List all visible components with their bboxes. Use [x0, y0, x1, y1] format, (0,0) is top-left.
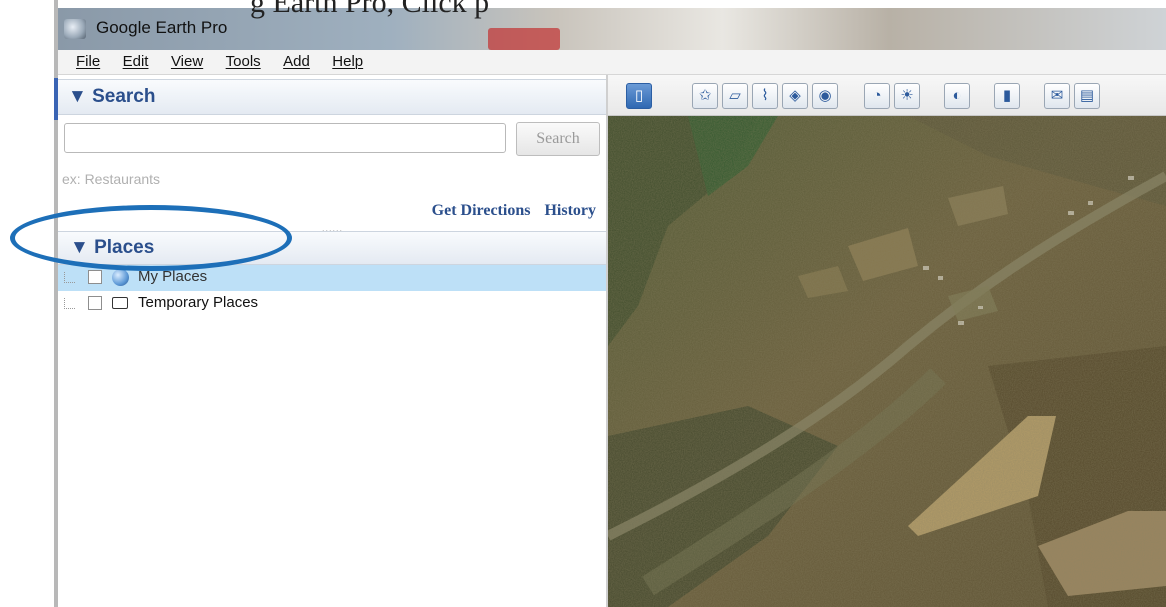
map-toolbar: ▯ ✩ ▱ ⌇ ◈ ◉ ◔ ☀ ◐ ▮ ✉ ▤ — [608, 75, 1166, 116]
search-links: Get Directions History — [422, 202, 596, 220]
folder-icon — [112, 297, 128, 309]
satellite-imagery — [608, 116, 1166, 607]
sidebar-panel: ▼ Search Search ex: Restaurants Get Dire… — [58, 75, 608, 607]
menu-bar: File Edit View Tools Add Help — [58, 50, 1166, 75]
tree-expander-icon[interactable] — [64, 272, 75, 283]
search-hint: ex: Restaurants — [62, 171, 161, 187]
menu-tools[interactable]: Tools — [226, 53, 261, 70]
temporary-places-checkbox[interactable] — [88, 296, 102, 310]
sunlight-button[interactable]: ☀ — [894, 83, 920, 109]
places-highlight-annotation — [10, 205, 292, 271]
add-image-overlay-button[interactable]: ◈ — [782, 83, 808, 109]
map-view[interactable] — [608, 116, 1166, 607]
historical-imagery-button[interactable]: ◔ — [864, 83, 890, 109]
search-panel-header[interactable]: ▼ Search — [58, 79, 606, 115]
search-panel-title: ▼ Search — [68, 86, 156, 107]
search-input[interactable] — [64, 123, 506, 153]
menu-file[interactable]: File — [76, 53, 100, 70]
title-bar[interactable]: Google Earth Pro — [58, 8, 1166, 50]
page: g Earth Pro, Click p Google Earth Pro Fi… — [0, 0, 1166, 607]
places-item-label: Temporary Places — [138, 294, 259, 311]
my-places-checkbox[interactable] — [88, 270, 102, 284]
google-earth-app-icon — [64, 19, 86, 39]
switch-planet-button[interactable]: ◐ — [944, 83, 970, 109]
menu-view[interactable]: View — [171, 53, 203, 70]
add-path-button[interactable]: ⌇ — [752, 83, 778, 109]
menu-help[interactable]: Help — [332, 53, 363, 70]
email-button[interactable]: ✉ — [1044, 83, 1070, 109]
add-polygon-button[interactable]: ▱ — [722, 83, 748, 109]
sidebar-toggle-button[interactable]: ▯ — [626, 83, 652, 109]
record-tour-button[interactable]: ◉ — [812, 83, 838, 109]
ruler-button[interactable]: ▮ — [994, 83, 1020, 109]
window-title: Google Earth Pro — [96, 18, 228, 37]
search-button[interactable]: Search — [516, 122, 600, 156]
history-link[interactable]: History — [544, 202, 596, 219]
globe-icon — [112, 269, 129, 286]
print-button[interactable]: ▤ — [1074, 83, 1100, 109]
menu-add[interactable]: Add — [283, 53, 310, 70]
places-item-temporary-places[interactable]: Temporary Places — [58, 291, 606, 317]
add-placemark-button[interactable]: ✩ — [692, 83, 718, 109]
close-button-blurred[interactable] — [488, 28, 560, 50]
menu-edit[interactable]: Edit — [123, 53, 149, 70]
cropped-caption-text: g Earth Pro, Click p — [250, 0, 490, 19]
get-directions-link[interactable]: Get Directions — [432, 202, 531, 219]
tree-connector-icon — [64, 298, 75, 309]
